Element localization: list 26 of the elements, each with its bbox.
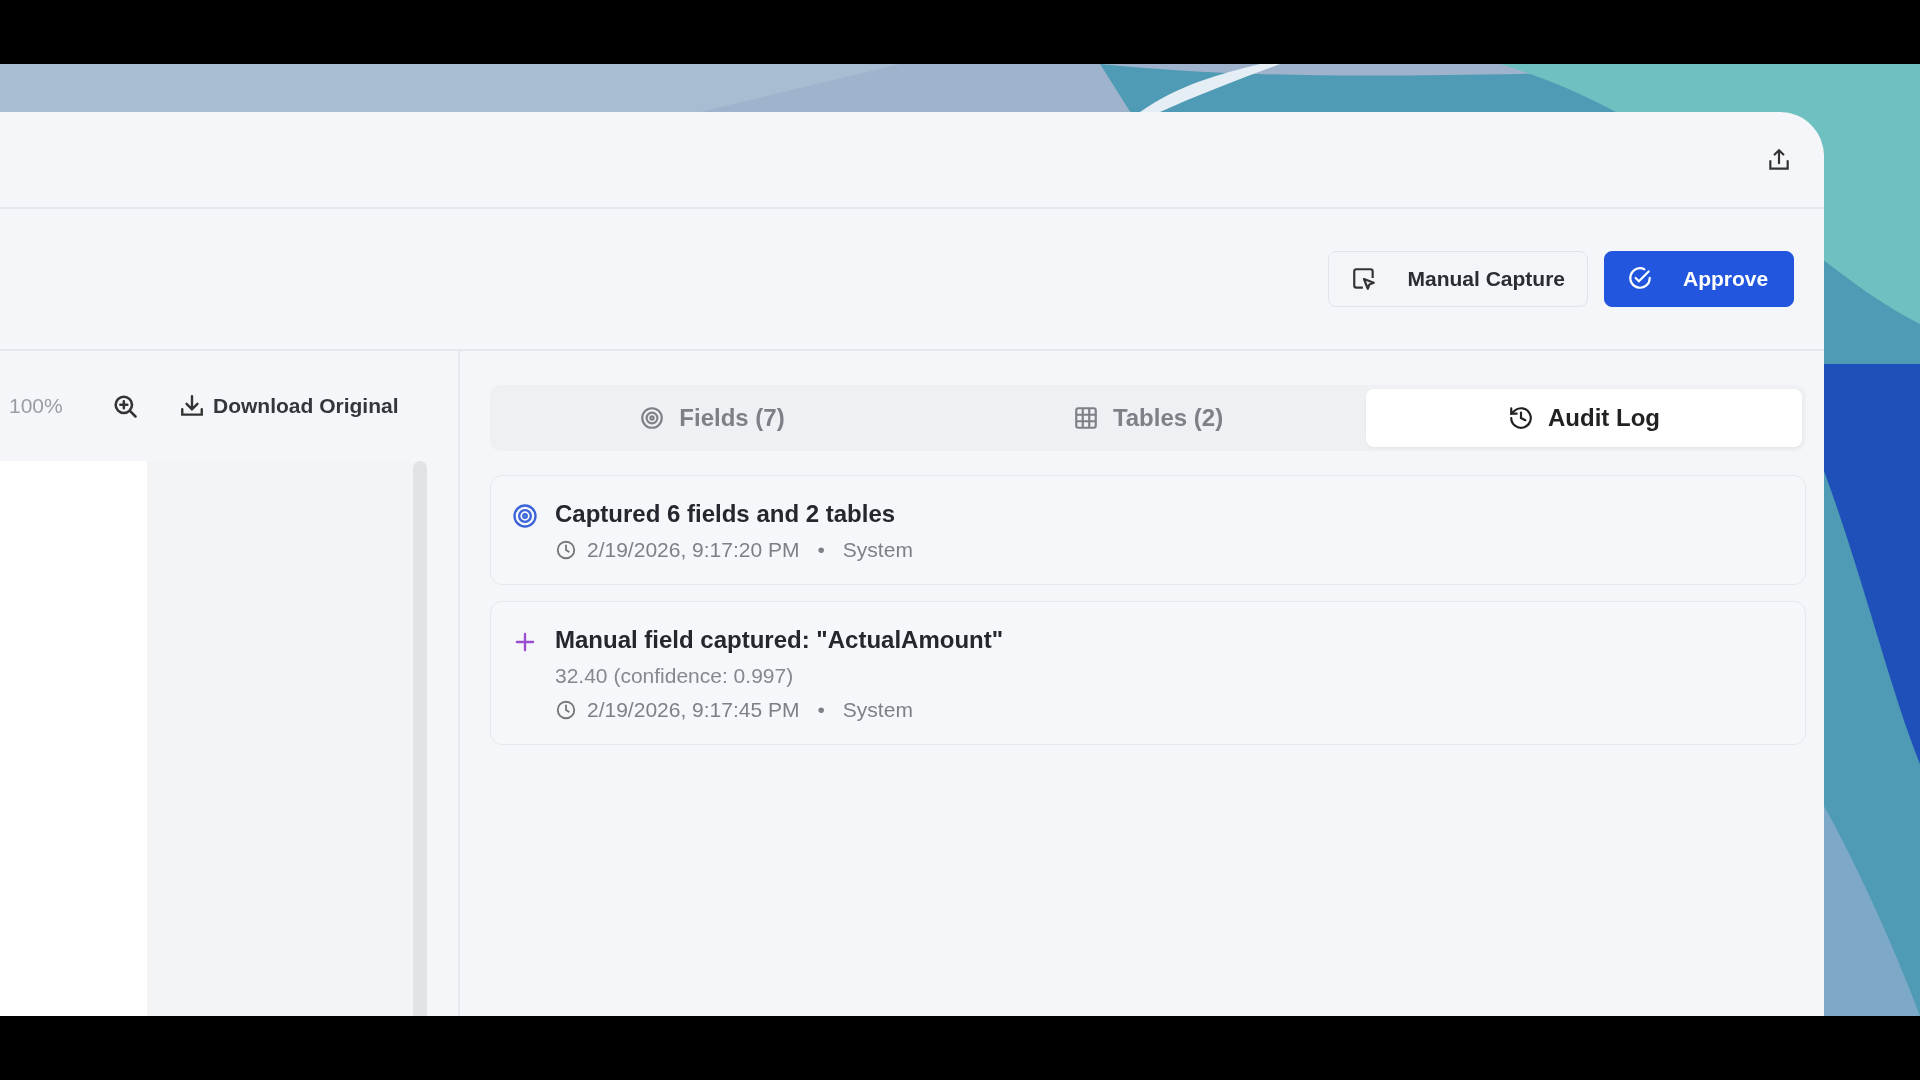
check-circle-icon — [1627, 266, 1653, 292]
target-icon — [511, 502, 539, 530]
share-icon[interactable] — [1766, 146, 1792, 173]
target-icon — [639, 405, 666, 431]
entry-user: System — [842, 538, 913, 562]
scrollbar[interactable] — [413, 461, 427, 1016]
entry-detail: 32.40 (confidence: 0.997) — [555, 664, 795, 688]
clock-icon — [555, 699, 577, 721]
grid-icon — [1072, 405, 1099, 431]
history-icon — [1508, 405, 1534, 431]
entry-user: System — [842, 698, 913, 722]
zoom-in-icon[interactable] — [111, 392, 139, 420]
entry-title: Manual field captured: "ActualAmount" — [555, 626, 1004, 654]
download-button[interactable]: Download Original — [179, 393, 399, 419]
capture-button[interactable]: Manual Capture — [1328, 251, 1588, 307]
cursor-square-icon — [1351, 266, 1378, 292]
entry-time: 2/19/2026, 9:17:20 PM — [587, 538, 800, 562]
entry-title: Captured 6 fields and 2 tables — [555, 500, 897, 528]
tab[interactable]: Audit Log — [1366, 389, 1802, 447]
separator-dot: • — [817, 698, 825, 722]
zoom-level: 100% — [9, 394, 64, 418]
download-icon — [179, 393, 205, 419]
separator-dot: • — [817, 538, 825, 562]
approve-button[interactable]: Approve — [1604, 251, 1794, 307]
entry-time: 2/19/2026, 9:17:45 PM — [587, 698, 800, 722]
clock-icon — [555, 539, 577, 561]
